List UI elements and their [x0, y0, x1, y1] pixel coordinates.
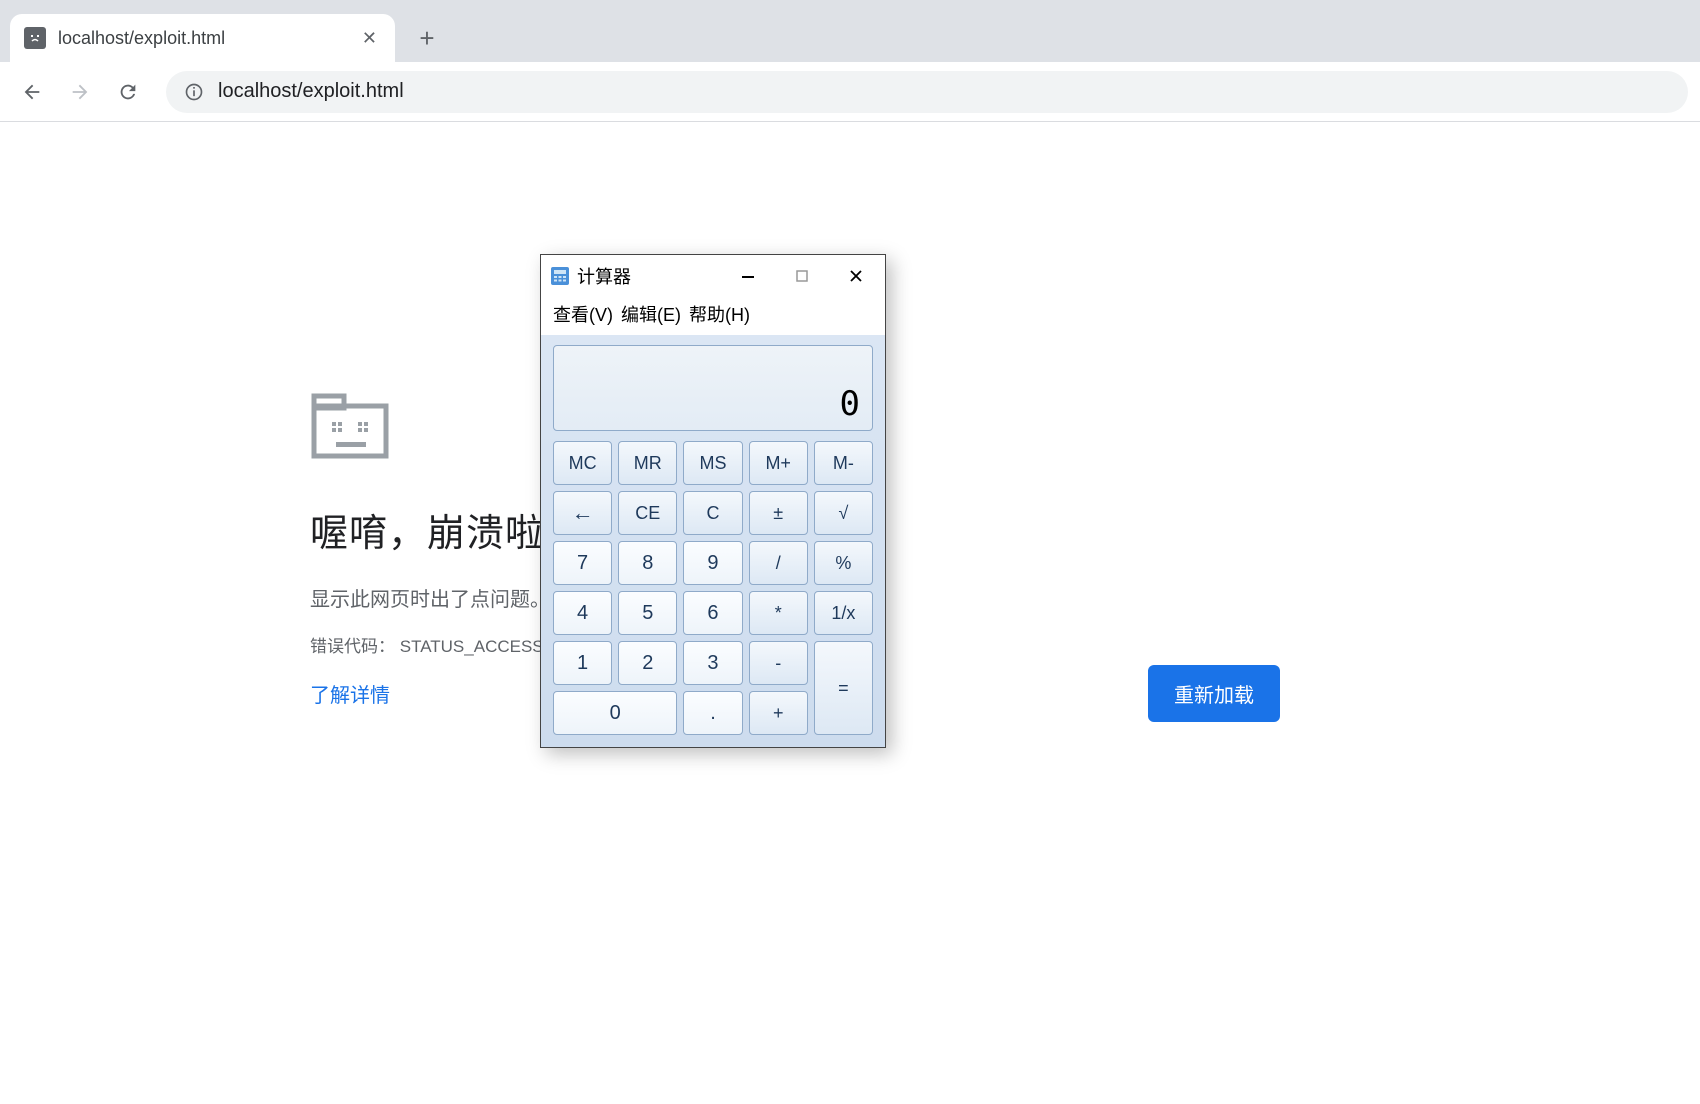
calc-multiply[interactable]: * — [749, 591, 808, 635]
calc-equals[interactable]: = — [814, 641, 873, 735]
calc-6[interactable]: 6 — [683, 591, 742, 635]
minimize-button[interactable] — [725, 259, 771, 293]
calc-4[interactable]: 4 — [553, 591, 612, 635]
calc-0[interactable]: 0 — [553, 691, 677, 735]
calc-5[interactable]: 5 — [618, 591, 677, 635]
back-button[interactable] — [12, 72, 52, 112]
calc-add[interactable]: + — [749, 691, 808, 735]
site-info-icon[interactable] — [184, 82, 204, 102]
calc-decimal[interactable]: . — [683, 691, 742, 735]
calc-mr[interactable]: MR — [618, 441, 677, 485]
learn-more-link[interactable]: 了解详情 — [310, 679, 390, 708]
back-arrow-icon: ← — [572, 500, 594, 526]
tab-close-button[interactable]: ✕ — [358, 26, 381, 51]
reload-button[interactable] — [108, 72, 148, 112]
calculator-title: 计算器 — [577, 263, 717, 289]
tab-strip: localhost/exploit.html ✕ + — [0, 0, 1700, 62]
maximize-button[interactable] — [779, 259, 825, 293]
calculator-window[interactable]: 计算器 查看(V) 编辑(E) 帮助(H) 0 MC MR MS M+ M- ←… — [540, 254, 886, 748]
tab-title: localhost/exploit.html — [58, 28, 346, 49]
calc-ce[interactable]: CE — [618, 491, 677, 535]
calc-mminus[interactable]: M- — [814, 441, 873, 485]
browser-toolbar: localhost/exploit.html — [0, 62, 1700, 122]
error-title: 喔唷，崩溃啦！ — [310, 502, 1700, 557]
address-bar[interactable]: localhost/exploit.html — [166, 71, 1688, 113]
calc-percent[interactable]: % — [814, 541, 873, 585]
error-code: 错误代码： STATUS_ACCESS_VI — [310, 632, 1700, 657]
close-button[interactable] — [833, 259, 879, 293]
new-tab-button[interactable]: + — [407, 18, 447, 58]
calc-ms[interactable]: MS — [683, 441, 742, 485]
sad-page-icon — [24, 27, 46, 49]
calc-backspace[interactable]: ← — [553, 491, 612, 535]
calc-7[interactable]: 7 — [553, 541, 612, 585]
calculator-body: 0 MC MR MS M+ M- ← CE C ± √ 7 8 9 / % 4 … — [541, 335, 885, 747]
calculator-titlebar[interactable]: 计算器 — [541, 255, 885, 297]
calc-1[interactable]: 1 — [553, 641, 612, 685]
calculator-keypad: MC MR MS M+ M- ← CE C ± √ 7 8 9 / % 4 5 … — [553, 441, 873, 735]
url-text: localhost/exploit.html — [218, 80, 404, 103]
calc-mplus[interactable]: M+ — [749, 441, 808, 485]
calculator-icon — [551, 267, 569, 285]
calc-9[interactable]: 9 — [683, 541, 742, 585]
calculator-menu: 查看(V) 编辑(E) 帮助(H) — [541, 297, 885, 335]
calc-sqrt[interactable]: √ — [814, 491, 873, 535]
calc-8[interactable]: 8 — [618, 541, 677, 585]
browser-tab[interactable]: localhost/exploit.html ✕ — [10, 14, 395, 62]
calc-divide[interactable]: / — [749, 541, 808, 585]
error-subtitle: 显示此网页时出了点问题。 — [310, 583, 1700, 612]
calculator-display: 0 — [553, 345, 873, 431]
calc-c[interactable]: C — [683, 491, 742, 535]
reload-page-button[interactable]: 重新加载 — [1148, 665, 1280, 722]
calc-inverse[interactable]: 1/x — [814, 591, 873, 635]
error-code-label: 错误代码： — [310, 637, 395, 656]
calc-3[interactable]: 3 — [683, 641, 742, 685]
menu-edit[interactable]: 编辑(E) — [619, 301, 683, 327]
calc-2[interactable]: 2 — [618, 641, 677, 685]
sad-folder-icon — [310, 392, 1700, 462]
calc-plusminus[interactable]: ± — [749, 491, 808, 535]
menu-help[interactable]: 帮助(H) — [687, 301, 752, 327]
menu-view[interactable]: 查看(V) — [551, 301, 615, 327]
calc-mc[interactable]: MC — [553, 441, 612, 485]
forward-button[interactable] — [60, 72, 100, 112]
calc-subtract[interactable]: - — [749, 641, 808, 685]
